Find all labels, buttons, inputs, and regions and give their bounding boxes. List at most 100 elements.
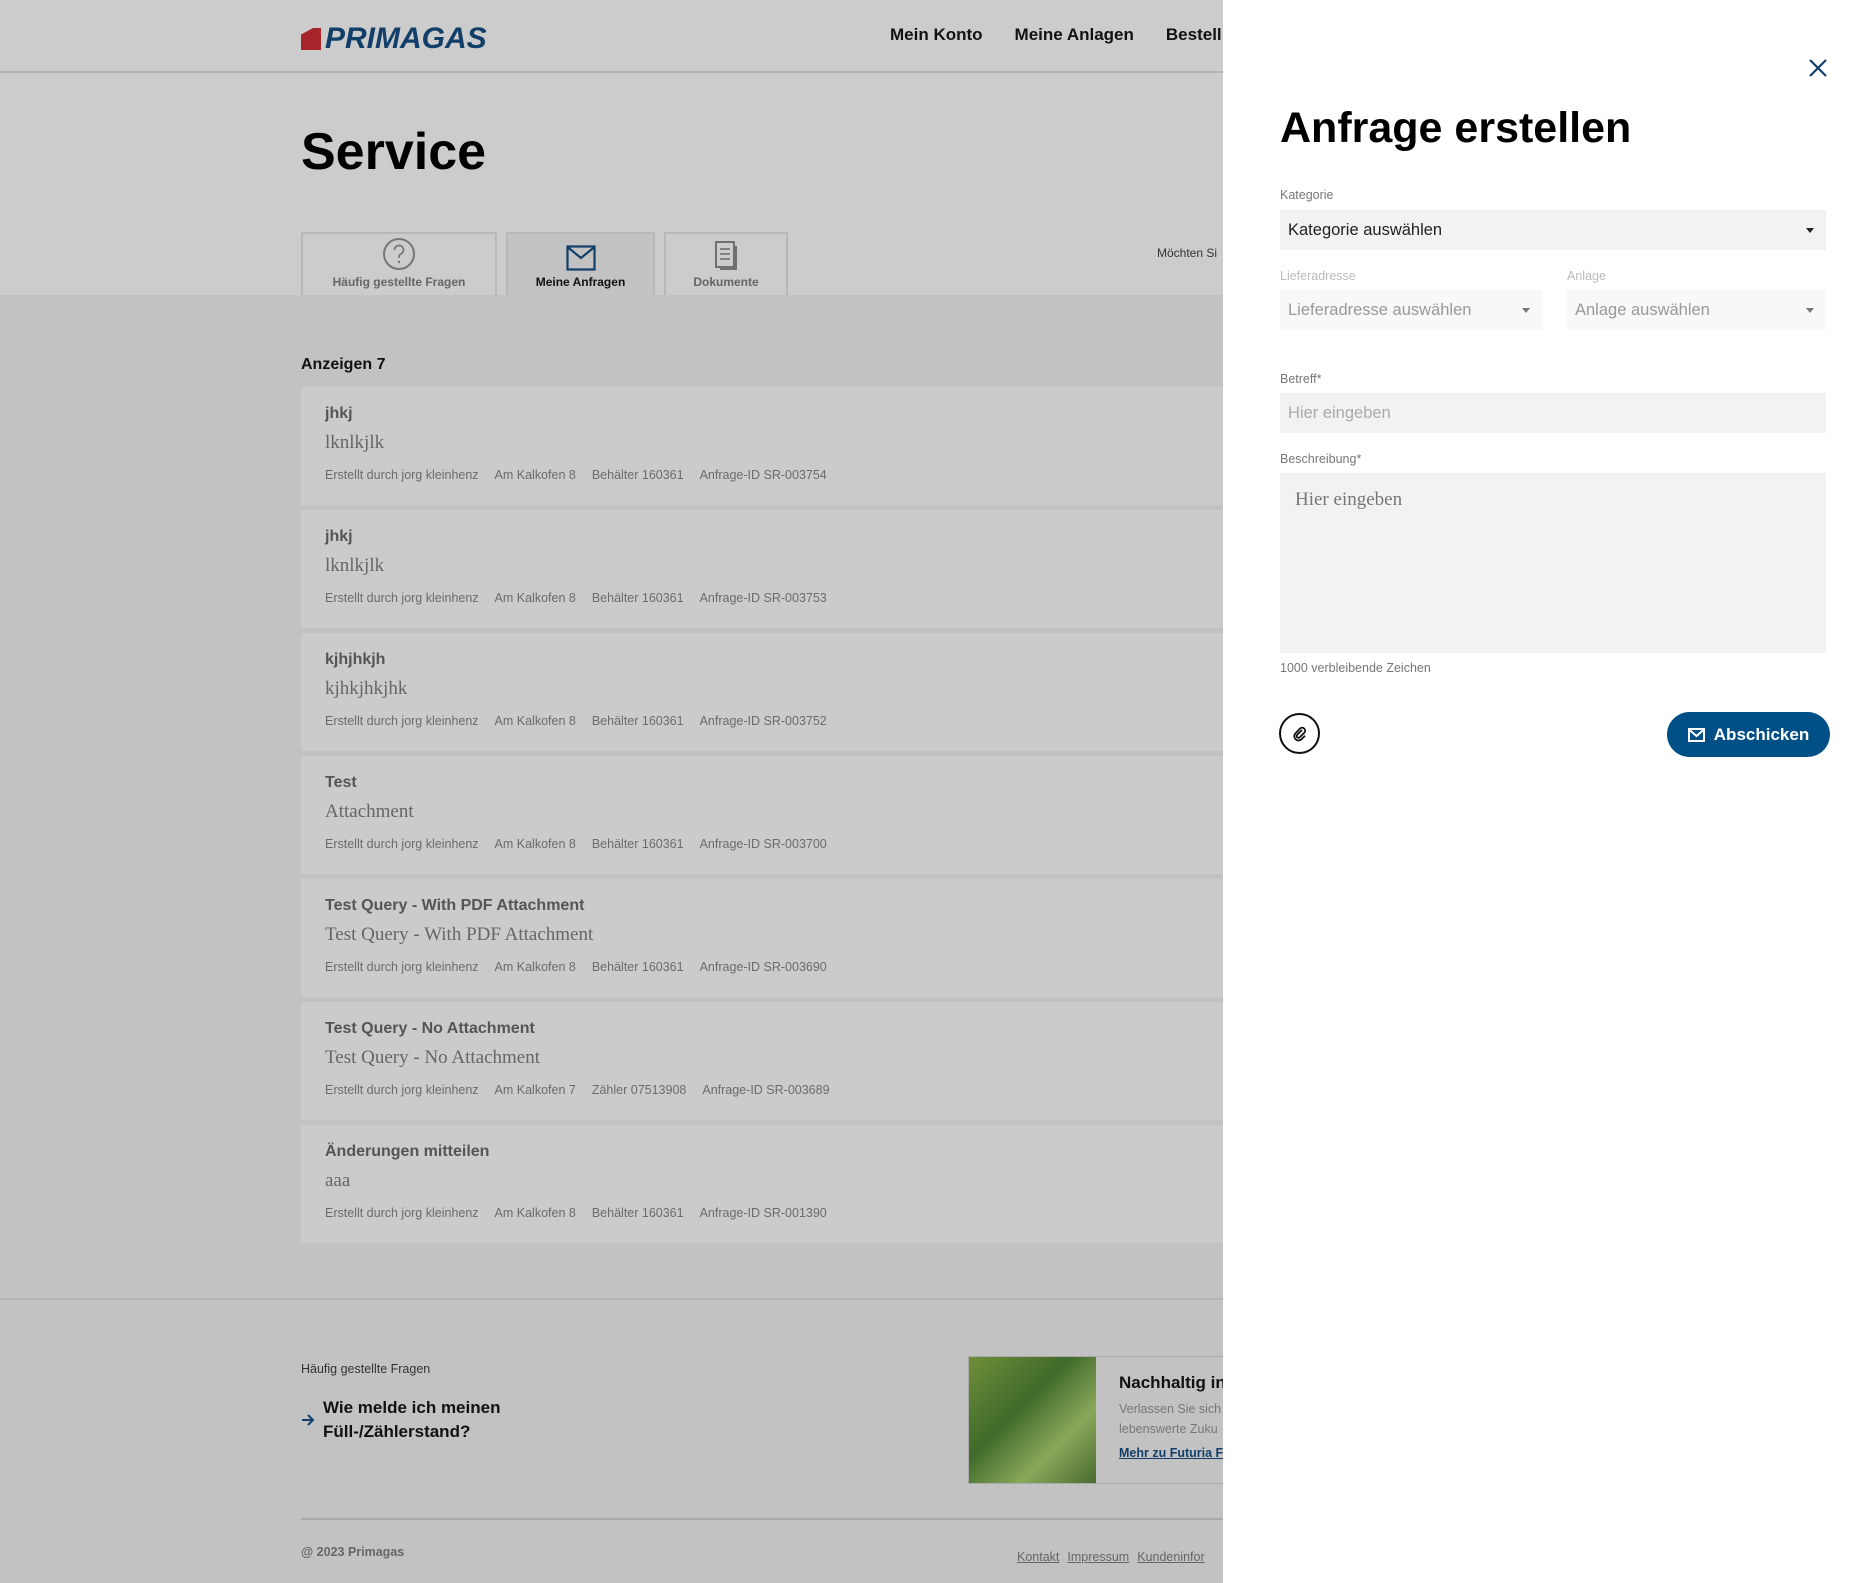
- document-icon: [715, 241, 737, 270]
- request-description: Test Query - With PDF Attachment: [325, 924, 594, 945]
- tab-label: Meine Anfragen: [535, 275, 626, 289]
- request-address: Am Kalkofen 8: [494, 837, 576, 851]
- kategorie-value: Kategorie auswählen: [1288, 220, 1443, 239]
- caret-down-icon: [1806, 307, 1814, 313]
- request-description: lknlkjlk: [325, 432, 385, 453]
- request-title: kjhjhkjh: [325, 651, 386, 668]
- request-address: Am Kalkofen 8: [494, 468, 576, 482]
- request-author: Erstellt durch jorg kleinhenz: [325, 1083, 479, 1097]
- request-meta: Erstellt durch jorg kleinhenz Am Kalkofen…: [325, 591, 1199, 605]
- footer-faq-label: Häufig gestellte Fragen: [301, 1362, 431, 1376]
- tab-meine-anfragen[interactable]: Meine Anfragen: [506, 232, 655, 295]
- footer-link-kundeninfo[interactable]: Kundeninfor: [1137, 1550, 1204, 1564]
- request-card[interactable]: jhkj lknlkjlk Erstellt durch jorg kleinhen…: [301, 510, 1223, 628]
- request-id: Anfrage-ID SR-003690: [699, 960, 827, 974]
- request-device: Behälter 160361: [591, 1206, 684, 1220]
- kategorie-select[interactable]: Kategorie auswählen: [1280, 210, 1826, 250]
- promo-text: Verlassen Sie sich lebenswerte Zuku: [1119, 1402, 1222, 1436]
- request-author: Erstellt durch jorg kleinhenz: [325, 1206, 479, 1220]
- promo-card: Nachhaltig in Verlassen Sie sich lebenswe…: [968, 1356, 1223, 1484]
- tab-label: Häufig gestellte Fragen: [332, 275, 466, 289]
- request-meta: Erstellt durch jorg kleinhenz Am Kalkofen…: [325, 1083, 1199, 1097]
- request-meta: Erstellt durch jorg kleinhenz Am Kalkofen…: [325, 960, 1199, 974]
- arrow-right-icon: [302, 1414, 315, 1426]
- aside-text: Möchten Si: [1157, 246, 1218, 260]
- request-id: Anfrage-ID SR-003753: [699, 591, 827, 605]
- request-device: Behälter 160361: [591, 714, 684, 728]
- request-card[interactable]: Änderungen mitteilen aaa Erstellt durch jo…: [301, 1125, 1223, 1243]
- request-id: Anfrage-ID SR-001390: [699, 1206, 827, 1220]
- request-author: Erstellt durch jorg kleinhenz: [325, 960, 479, 974]
- request-meta: Erstellt durch jorg kleinhenz Am Kalkofen…: [325, 714, 1199, 728]
- close-icon: [1809, 59, 1827, 77]
- request-card[interactable]: kjhjhkjh kjhkjhkjhk Erstellt durch jorg kl…: [301, 633, 1223, 751]
- betreff-label: Betreff*: [1280, 372, 1322, 386]
- attach-button[interactable]: [1279, 713, 1320, 754]
- main-nav: Mein Konto Meine Anlagen Bestell: [890, 25, 1222, 45]
- request-address: Am Kalkofen 7: [494, 1083, 576, 1097]
- request-author: Erstellt durch jorg kleinhenz: [325, 591, 479, 605]
- promo-link[interactable]: Mehr zu Futuria F: [1119, 1446, 1223, 1460]
- request-device: Behälter 160361: [591, 960, 684, 974]
- footer-link-kontakt[interactable]: Kontakt: [1017, 1550, 1059, 1564]
- request-card[interactable]: jhkj lknlkjlk Erstellt durch jorg kleinhen…: [301, 387, 1223, 505]
- request-card[interactable]: Test Query - No Attachment Test Query - N…: [301, 1002, 1223, 1120]
- request-description: kjhkjhkjhk: [325, 678, 408, 699]
- request-title: Test Query - With PDF Attachment: [325, 897, 585, 914]
- divider: [0, 1298, 1223, 1300]
- tab-faq[interactable]: Häufig gestellte Fragen: [301, 232, 497, 295]
- request-description: Attachment: [325, 801, 414, 822]
- page-title: Service: [301, 123, 487, 181]
- char-counter: 1000 verbleibende Zeichen: [1280, 661, 1431, 675]
- primagas-logo[interactable]: PRIMAGAS: [301, 22, 487, 56]
- request-card[interactable]: Test Attachment Erstellt durch jorg kleinh…: [301, 756, 1223, 874]
- anlage-select[interactable]: Anlage auswählen: [1567, 290, 1826, 330]
- request-meta: Erstellt durch jorg kleinhenz Am Kalkofen…: [325, 837, 1199, 851]
- faq-link-line2: Füll-/Zählerstand?: [323, 1422, 471, 1441]
- logo-mark-icon: [301, 28, 321, 50]
- request-author: Erstellt durch jorg kleinhenz: [325, 468, 479, 482]
- request-title: jhkj: [325, 528, 353, 545]
- request-address: Am Kalkofen 8: [494, 960, 576, 974]
- beschreibung-label: Beschreibung*: [1280, 452, 1362, 466]
- caret-down-icon: [1806, 227, 1814, 233]
- submit-button[interactable]: Abschicken: [1667, 712, 1830, 757]
- tab-dokumente[interactable]: Dokumente: [664, 232, 788, 295]
- request-author: Erstellt durch jorg kleinhenz: [325, 714, 479, 728]
- faq-link-line1: Wie melde ich meinen: [323, 1398, 501, 1417]
- close-button[interactable]: [1808, 58, 1828, 83]
- nav-bestellen[interactable]: Bestell: [1166, 25, 1222, 45]
- anlage-label: Anlage: [1567, 269, 1606, 283]
- request-description: lknlkjlk: [325, 555, 385, 576]
- panel-title: Anfrage erstellen: [1280, 104, 1632, 152]
- footer-faq-link[interactable]: Wie melde ich meinen Füll-/Zählerstand?: [301, 1396, 500, 1444]
- request-card[interactable]: Test Query - With PDF Attachment Test Que…: [301, 879, 1223, 997]
- request-title: Test Query - No Attachment: [325, 1020, 535, 1037]
- request-list: jhkj lknlkjlk Erstellt durch jorg kleinhen…: [301, 387, 1223, 1248]
- anlage-value: Anlage auswählen: [1575, 300, 1710, 319]
- kategorie-label: Kategorie: [1280, 188, 1334, 202]
- lieferadresse-select[interactable]: Lieferadresse auswählen: [1280, 290, 1542, 330]
- beschreibung-textarea[interactable]: [1280, 473, 1826, 653]
- question-circle-icon: [383, 238, 415, 270]
- request-address: Am Kalkofen 8: [494, 1206, 576, 1220]
- promo-title: Nachhaltig in: [1119, 1373, 1223, 1392]
- nav-meine-anlagen[interactable]: Meine Anlagen: [1015, 25, 1134, 45]
- nav-mein-konto[interactable]: Mein Konto: [890, 25, 983, 45]
- request-id: Anfrage-ID SR-003752: [699, 714, 827, 728]
- request-meta: Erstellt durch jorg kleinhenz Am Kalkofen…: [325, 468, 1199, 482]
- betreff-input[interactable]: [1280, 393, 1826, 433]
- footer-links: Kontakt Impressum Kundeninfor: [1017, 1550, 1205, 1564]
- tab-label: Dokumente: [693, 275, 759, 289]
- request-author: Erstellt durch jorg kleinhenz: [325, 837, 479, 851]
- service-page: PRIMAGAS Mein Konto Meine Anlagen Bestel…: [0, 0, 1223, 1583]
- request-description: aaa: [325, 1170, 351, 1191]
- divider: [301, 1518, 1223, 1520]
- request-id: Anfrage-ID SR-003700: [699, 837, 827, 851]
- request-meta: Erstellt durch jorg kleinhenz Am Kalkofen…: [325, 1206, 1199, 1220]
- request-id: Anfrage-ID SR-003754: [699, 468, 827, 482]
- request-device: Behälter 160361: [591, 591, 684, 605]
- request-address: Am Kalkofen 8: [494, 714, 576, 728]
- request-device: Behälter 160361: [591, 837, 684, 851]
- footer-link-impressum[interactable]: Impressum: [1067, 1550, 1129, 1564]
